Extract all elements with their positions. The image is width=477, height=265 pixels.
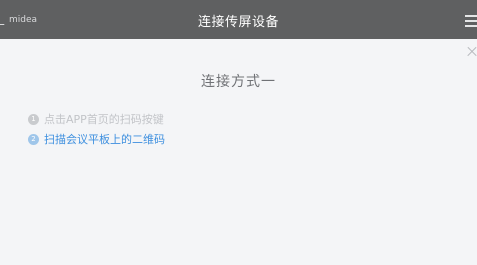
step-text: 点击APP首页的扫码按键 xyxy=(44,113,164,126)
page-title: 连接传屏设备 xyxy=(197,15,279,30)
step-item-scan-key: 1 点击APP首页的扫码按键 xyxy=(28,112,165,126)
step-number-badge: 1 xyxy=(28,113,39,125)
connection-method-title: 连接方式一 xyxy=(201,74,276,90)
step-number-badge: 2 xyxy=(28,133,39,145)
step-item-scan-qr: 2 扫描会议平板上的二维码 xyxy=(28,132,165,146)
step-text: 扫描会议平板上的二维码 xyxy=(44,133,165,146)
close-icon[interactable] xyxy=(466,46,477,58)
steps-list: 1 点击APP首页的扫码按键 2 扫描会议平板上的二维码 xyxy=(28,112,165,152)
